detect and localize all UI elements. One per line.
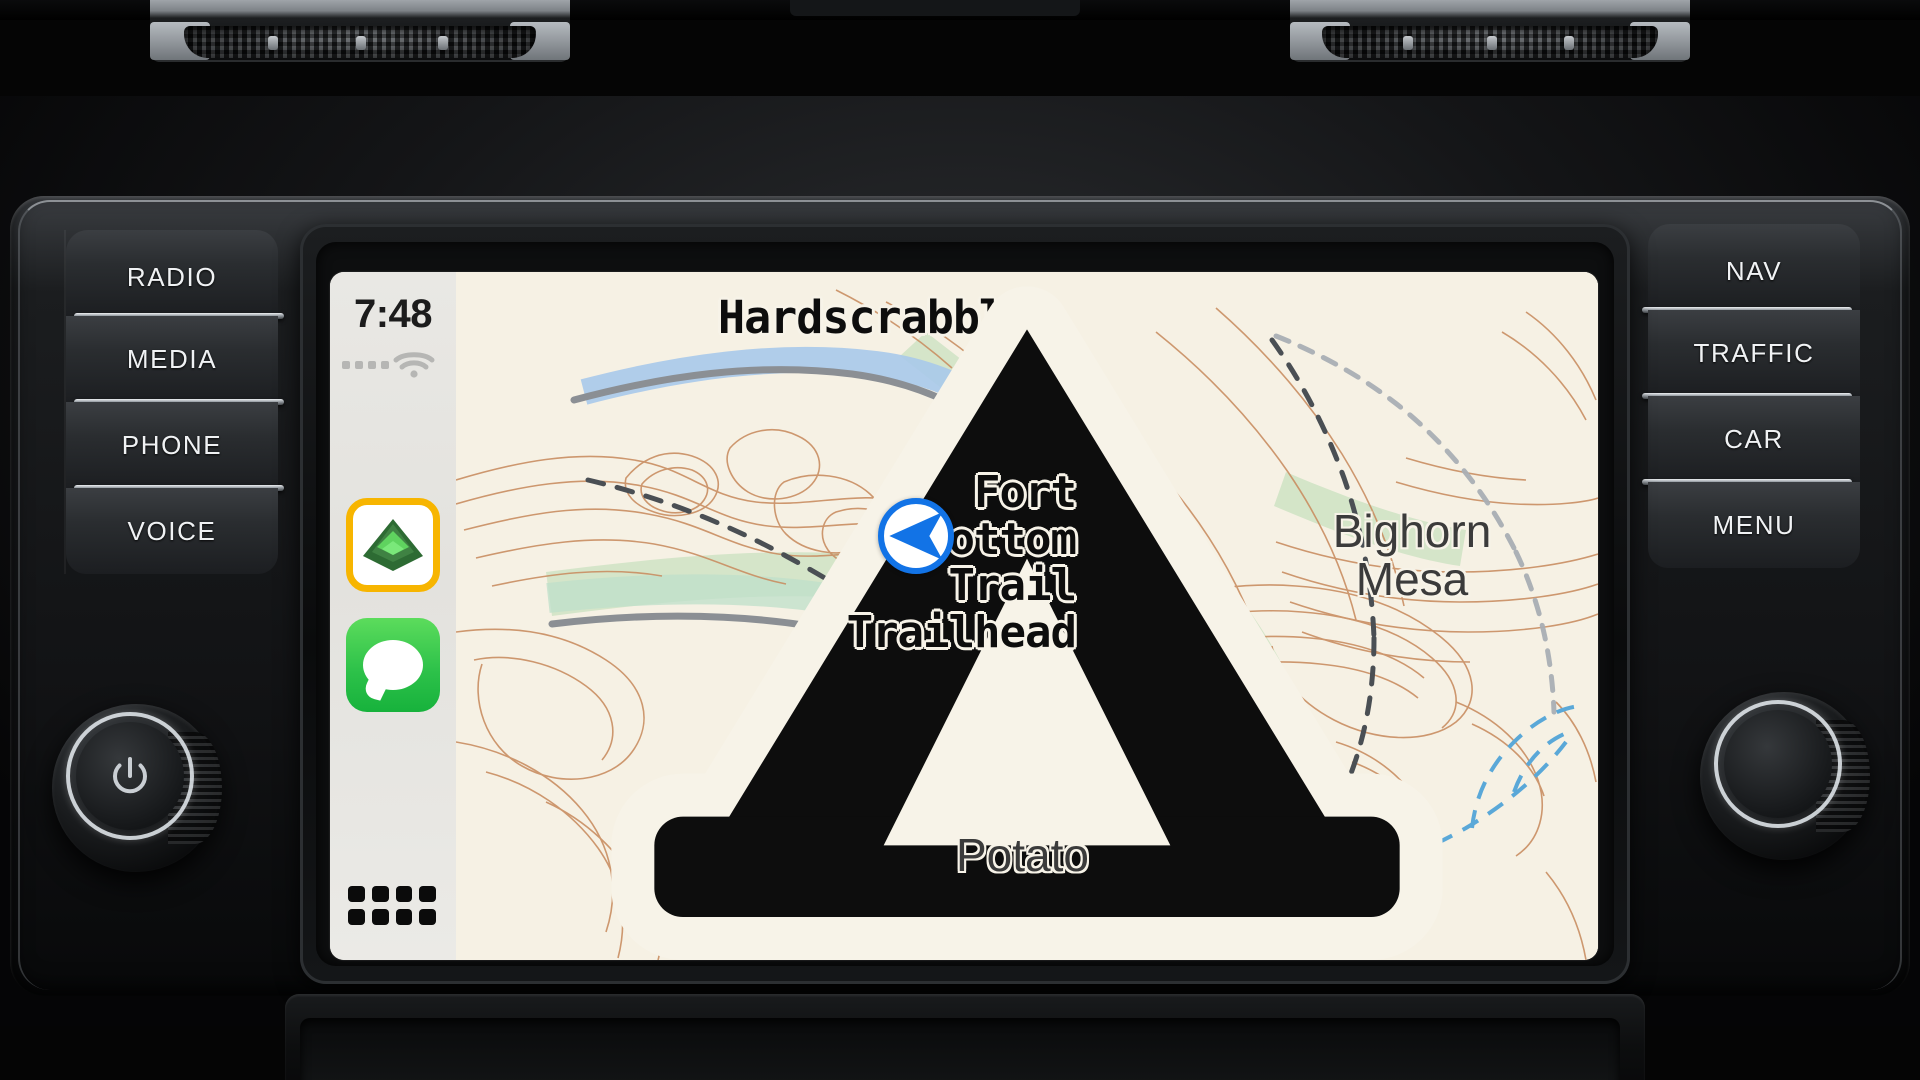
button-car[interactable]: CAR bbox=[1642, 396, 1860, 485]
grid-icon-row bbox=[348, 909, 436, 925]
button-radio-label: RADIO bbox=[126, 261, 218, 292]
button-radio[interactable]: RADIO bbox=[66, 230, 284, 319]
button-phone[interactable]: PHONE bbox=[66, 402, 284, 491]
button-voice[interactable]: VOICE bbox=[66, 488, 278, 574]
vent-blade[interactable] bbox=[268, 35, 279, 51]
sidebar-app-list bbox=[346, 498, 440, 712]
signal-dots-icon bbox=[342, 361, 389, 369]
vent-blade[interactable] bbox=[1402, 35, 1413, 51]
button-car-label: CAR bbox=[1724, 423, 1784, 454]
button-nav-label: NAV bbox=[1725, 255, 1783, 286]
map-label-bighorn-mesa: Bighorn Mesa bbox=[1332, 505, 1492, 605]
button-media-label: MEDIA bbox=[126, 343, 218, 374]
app-icon-gaia-gps[interactable] bbox=[346, 498, 440, 592]
app-icon-messages[interactable] bbox=[346, 618, 440, 712]
right-button-column: NAV TRAFFIC CAR MENU bbox=[1642, 224, 1860, 568]
vent-blade[interactable] bbox=[356, 35, 367, 51]
status-bar bbox=[330, 348, 456, 378]
air-vent-right[interactable] bbox=[1290, 0, 1690, 62]
button-voice-label: VOICE bbox=[127, 515, 217, 546]
dash-center-plate bbox=[790, 0, 1080, 16]
air-vent-left[interactable] bbox=[150, 0, 570, 62]
button-traffic-label: TRAFFIC bbox=[1693, 337, 1815, 368]
layered-mountain-icon bbox=[363, 519, 423, 571]
vent-blade[interactable] bbox=[1486, 35, 1497, 51]
button-menu-label: MENU bbox=[1712, 509, 1796, 540]
dashboard: RADIO MEDIA PHONE VOICE NAV TRAFFIC CAR … bbox=[0, 0, 1920, 1080]
map-label-potato: Potato bbox=[956, 829, 1089, 881]
status-clock: 7:48 bbox=[353, 292, 433, 336]
lower-storage-slot bbox=[300, 1018, 1620, 1080]
button-media[interactable]: MEDIA bbox=[66, 316, 284, 405]
location-arrow-icon bbox=[889, 512, 943, 560]
knob-face bbox=[76, 722, 184, 830]
app-grid-button[interactable] bbox=[348, 886, 436, 932]
button-traffic[interactable]: TRAFFIC bbox=[1642, 310, 1860, 399]
vent-grille-right bbox=[1322, 26, 1658, 58]
power-volume-knob[interactable] bbox=[52, 704, 222, 872]
center-console: RADIO MEDIA PHONE VOICE NAV TRAFFIC CAR … bbox=[0, 96, 1920, 1080]
knob-face bbox=[1724, 710, 1832, 818]
vent-grille-left bbox=[183, 26, 537, 58]
left-button-column: RADIO MEDIA PHONE VOICE bbox=[66, 230, 284, 574]
vent-blade[interactable] bbox=[437, 35, 448, 51]
wifi-icon bbox=[393, 352, 435, 378]
tune-knob[interactable] bbox=[1700, 692, 1870, 860]
button-menu[interactable]: MENU bbox=[1648, 482, 1860, 568]
vent-blade[interactable] bbox=[1563, 35, 1574, 51]
carplay-sidebar: 7:48 bbox=[330, 272, 456, 960]
current-location-marker[interactable] bbox=[878, 498, 954, 574]
button-phone-label: PHONE bbox=[121, 429, 223, 460]
map-canvas[interactable]: Hardscrabble A Fort Bottom Trail Trailhe… bbox=[456, 272, 1598, 960]
carplay-screen[interactable]: Hardscrabble A Fort Bottom Trail Trailhe… bbox=[330, 272, 1598, 960]
map-label-fort-bottom-trail-trailhead: Fort Bottom Trail Trailhead bbox=[846, 467, 1077, 658]
grid-icon-row bbox=[348, 886, 436, 902]
button-nav[interactable]: NAV bbox=[1642, 224, 1860, 313]
power-icon bbox=[113, 757, 147, 794]
speech-bubble-icon bbox=[363, 640, 423, 690]
